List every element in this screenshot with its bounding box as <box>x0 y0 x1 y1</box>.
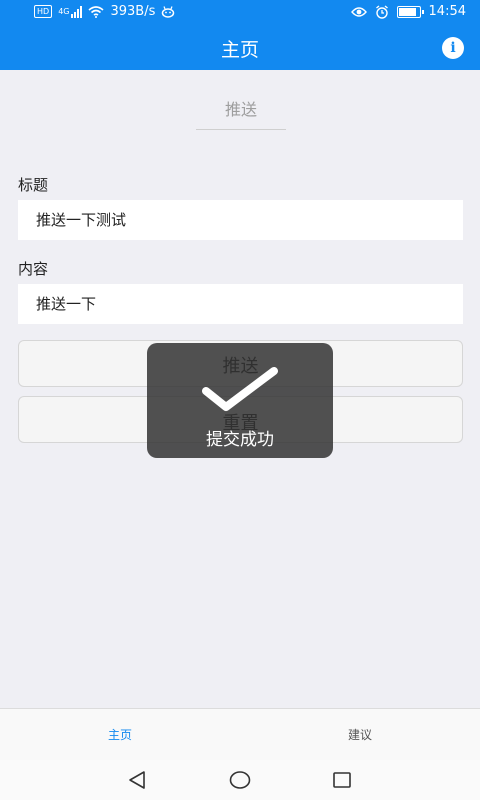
check-icon <box>202 367 278 411</box>
title-label: 标题 <box>18 176 49 194</box>
status-right: 14:54 <box>350 4 466 19</box>
back-icon[interactable] <box>127 770 147 790</box>
toast-message: 提交成功 <box>206 430 274 450</box>
clock: 14:54 <box>428 4 466 19</box>
battery-icon <box>396 5 424 18</box>
tab-suggestions[interactable]: 建议 <box>240 709 480 760</box>
status-bar: HD 4G 393B/s 14:54 <box>0 0 480 26</box>
hd-badge: HD <box>34 5 53 18</box>
success-toast: 提交成功 <box>147 343 333 458</box>
net-speed: 393B/s <box>110 4 156 19</box>
alarm-icon <box>375 4 388 19</box>
wifi-icon <box>88 5 105 18</box>
app-bar: 主页 i <box>0 26 480 70</box>
status-left: HD 4G 393B/s <box>34 4 175 19</box>
content-input[interactable]: 推送一下 <box>18 284 463 324</box>
system-nav-bar <box>0 760 480 800</box>
app-notification-icon <box>162 5 175 18</box>
network-type: 4G <box>58 7 70 16</box>
segment-tab-push[interactable]: 推送 <box>196 96 286 130</box>
content-label: 内容 <box>18 260 49 278</box>
bottom-tab-bar: 主页 建议 <box>0 708 480 760</box>
recents-icon[interactable] <box>332 770 352 790</box>
home-circle-icon[interactable] <box>229 770 251 790</box>
page-title: 主页 <box>220 39 259 61</box>
info-icon[interactable]: i <box>442 37 464 59</box>
signal-icon <box>71 5 83 18</box>
title-input[interactable]: 推送一下测试 <box>18 200 463 240</box>
tab-home[interactable]: 主页 <box>0 709 240 760</box>
eye-icon <box>350 6 367 17</box>
